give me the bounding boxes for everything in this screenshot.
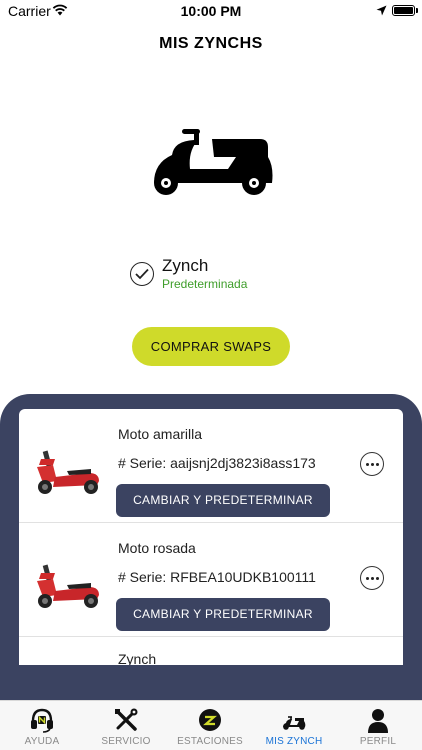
red-scooter-image: [37, 564, 99, 608]
tools-icon: [115, 708, 138, 731]
tab-label: AYUDA: [24, 736, 60, 747]
tab-servicio[interactable]: SERVICIO: [84, 701, 168, 750]
battery-tip: [416, 8, 418, 13]
tab-label: ESTACIONES: [177, 736, 243, 747]
vehicle-list-item[interactable]: Moto amarilla # Serie: aaijsnj2dj3823i8a…: [19, 409, 403, 523]
tab-ayuda[interactable]: AYUDA: [0, 701, 84, 750]
battery-icon: [392, 5, 415, 16]
vehicle-serial: # Serie: RFBEA10UDKB100111: [118, 569, 316, 585]
scooter-icon: [283, 716, 306, 730]
page-title: MIS ZYNCHS: [159, 35, 263, 52]
vehicle-name: Zynch: [118, 651, 157, 665]
tab-mis-zynch[interactable]: MIS ZYNCH: [252, 701, 336, 750]
tab-perfil[interactable]: PERFIL: [336, 701, 420, 750]
set-default-button[interactable]: CAMBIAR Y PREDETERMINAR: [116, 484, 330, 517]
station-icon: [199, 709, 221, 731]
buy-swaps-button[interactable]: COMPRAR SWAPS: [132, 327, 290, 366]
tab-label: PERFIL: [359, 736, 397, 747]
tab-bar: AYUDA SERVICIO ESTACIONES MIS ZYNCH PERF…: [0, 700, 422, 750]
scooter-icon: [154, 129, 273, 195]
tab-label: MIS ZYNCH: [265, 736, 323, 747]
more-options-icon[interactable]: [360, 566, 384, 590]
red-scooter-image: [37, 450, 99, 494]
vehicle-list-item[interactable]: Zynch: [19, 637, 403, 665]
check-icon: [130, 262, 154, 286]
default-vehicle: Zynch Predeterminada: [130, 254, 310, 294]
more-options-icon[interactable]: [360, 452, 384, 476]
set-default-button[interactable]: CAMBIAR Y PREDETERMINAR: [116, 598, 330, 631]
headset-icon: [31, 708, 53, 733]
vehicle-list[interactable]: Moto amarilla # Serie: aaijsnj2dj3823i8a…: [19, 409, 403, 665]
default-vehicle-name: Zynch: [162, 256, 209, 275]
status-time: 10:00 PM: [180, 3, 242, 19]
user-icon: [368, 709, 388, 733]
tab-estaciones[interactable]: ESTACIONES: [168, 701, 252, 750]
vehicle-name: Moto rosada: [118, 540, 196, 556]
default-vehicle-status: Predeterminada: [162, 277, 248, 291]
status-bar: Carrier 10:00 PM: [0, 0, 422, 24]
location-arrow-icon: [376, 5, 387, 16]
vehicles-panel: Moto amarilla # Serie: aaijsnj2dj3823i8a…: [0, 394, 422, 700]
vehicle-name: Moto amarilla: [118, 426, 203, 442]
vehicle-list-item[interactable]: Moto rosada # Serie: RFBEA10UDKB100111 C…: [19, 523, 403, 637]
tab-label: SERVICIO: [101, 736, 151, 747]
vehicle-serial: # Serie: aaijsnj2dj3823i8ass173: [118, 455, 316, 471]
